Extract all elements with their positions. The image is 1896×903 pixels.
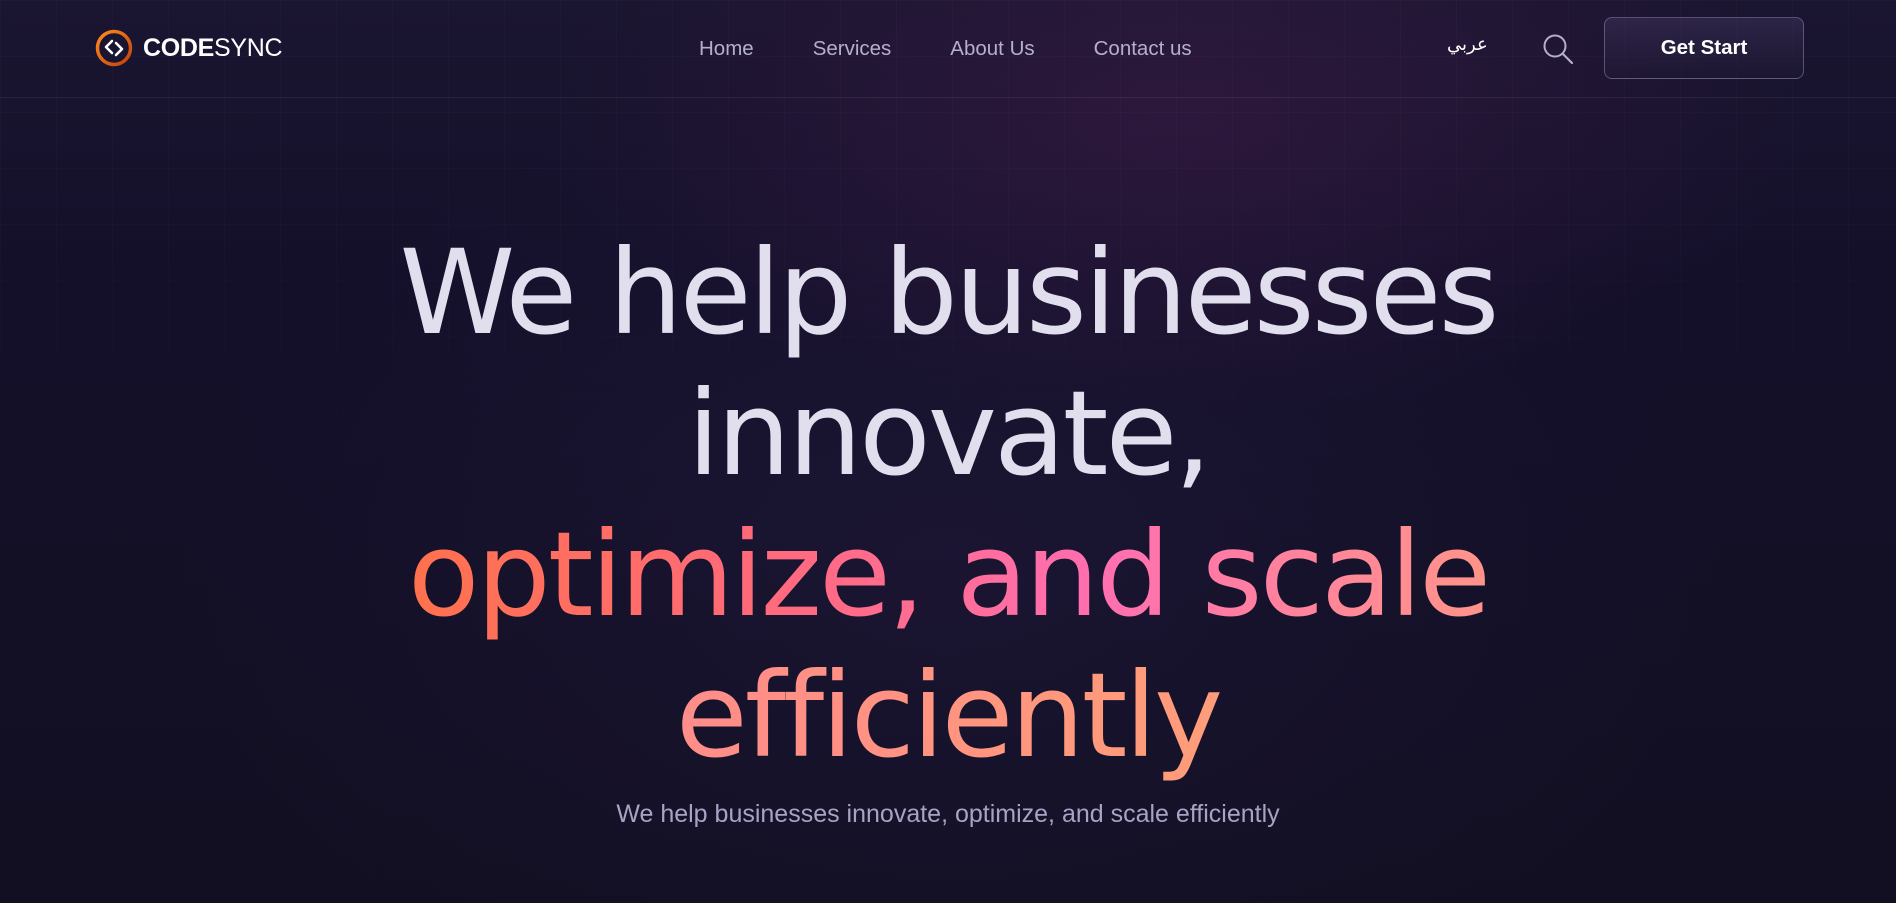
brand-logo[interactable]: CODESYNC — [95, 28, 283, 68]
hero-headline: We help businesses innovate, optimize, a… — [0, 222, 1896, 786]
hero-section: We help businesses innovate, optimize, a… — [0, 222, 1896, 786]
search-icon — [1543, 34, 1574, 65]
nav-item-services[interactable]: Services — [813, 37, 892, 61]
language-toggle[interactable]: عربي — [1447, 34, 1488, 55]
brand-name-bold: CODE — [143, 33, 215, 62]
page: CODESYNC Home Services About Us Contact … — [0, 0, 1896, 903]
brand-name-light: SYNC — [214, 33, 283, 62]
brand-name: CODESYNC — [143, 33, 283, 63]
nav-item-about-us[interactable]: About Us — [950, 37, 1034, 61]
headline-line-2: innovate, — [687, 365, 1211, 502]
get-start-button[interactable]: Get Start — [1604, 17, 1804, 79]
nav-item-home[interactable]: Home — [699, 37, 754, 61]
headline-line-4: efficiently — [0, 645, 1896, 786]
logo-icon — [95, 29, 133, 67]
site-header: CODESYNC Home Services About Us Contact … — [0, 0, 1896, 98]
search-button[interactable] — [1541, 32, 1575, 66]
headline-line-1: We help businesses — [399, 224, 1500, 361]
hero-subtitle: We help businesses innovate, optimize, a… — [616, 800, 1280, 828]
headline-line-3: optimize, and scale — [0, 504, 1896, 645]
nav-item-contact-us[interactable]: Contact us — [1094, 37, 1192, 61]
main-nav: Home Services About Us Contact us — [699, 36, 1192, 62]
